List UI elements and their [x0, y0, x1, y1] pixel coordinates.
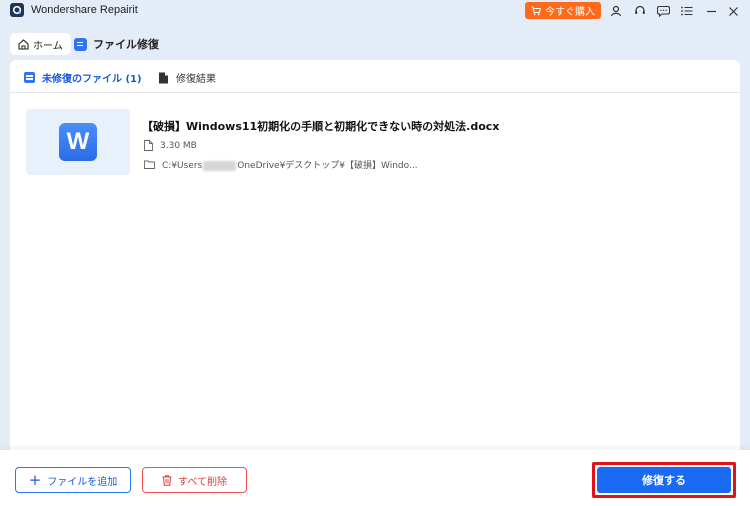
tab-home-label: ホーム: [33, 40, 63, 52]
buy-now-button[interactable]: 今すぐ購入: [525, 2, 601, 19]
tab-file-repair[interactable]: ファイル修復: [74, 33, 159, 55]
file-path-prefix: C:¥Users: [162, 161, 203, 171]
repair-button[interactable]: 修復する: [597, 467, 731, 493]
feedback-chat-icon[interactable]: [655, 3, 671, 19]
result-document-icon: [159, 72, 168, 83]
delete-all-label: すべて削除: [178, 476, 227, 488]
footer-bar: + ファイルを追加 すべて削除 修復する: [0, 450, 750, 506]
file-path: C:¥Users OneDrive¥デスクトップ¥【破損】Windo...: [162, 158, 418, 171]
file-size: 3.30 MB: [160, 140, 197, 151]
redacted-username: [203, 160, 237, 171]
minimize-icon[interactable]: [703, 3, 719, 19]
repair-button-highlight: 修復する: [592, 462, 736, 498]
title-bar: Wondershare Repairit 今すぐ購入: [0, 0, 750, 22]
add-file-button[interactable]: + ファイルを追加: [15, 467, 131, 493]
delete-all-button[interactable]: すべて削除: [142, 467, 247, 493]
file-size-row: 3.30 MB: [144, 140, 197, 151]
home-icon: [18, 38, 29, 50]
folder-icon: [144, 160, 155, 169]
file-path-suffix: OneDrive¥デスクトップ¥【破損】Windo...: [237, 161, 418, 171]
document-icon: [74, 37, 87, 51]
add-file-label: ファイルを追加: [47, 476, 118, 488]
tab-unrepaired-label: 未修復のファイル (1): [42, 74, 142, 85]
app-logo-icon: [10, 3, 24, 17]
file-path-row: C:¥Users OneDrive¥デスクトップ¥【破損】Windo...: [144, 158, 418, 171]
word-document-icon: W: [59, 123, 97, 161]
support-headset-icon[interactable]: [632, 3, 648, 19]
buy-now-label: 今すぐ購入: [545, 7, 595, 18]
tab-home[interactable]: ホーム: [10, 33, 71, 55]
app-title: Wondershare Repairit: [31, 4, 138, 16]
file-thumbnail[interactable]: W: [26, 109, 130, 175]
close-icon[interactable]: [725, 3, 741, 19]
plus-icon: +: [28, 470, 42, 489]
tab-repair-results[interactable]: 修復結果: [158, 70, 216, 85]
repair-button-label: 修復する: [642, 474, 686, 487]
file-name: 【破損】Windows11初期化の手順と初期化できない時の対処法.docx: [142, 120, 500, 133]
file-list-icon: [24, 72, 35, 83]
menu-list-icon[interactable]: [679, 3, 695, 19]
cart-icon: [531, 6, 541, 15]
tab-results-label: 修復結果: [176, 74, 216, 85]
trash-icon: [162, 474, 172, 486]
tab-file-repair-label: ファイル修復: [93, 38, 159, 51]
file-icon: [144, 140, 153, 151]
account-icon[interactable]: [608, 3, 624, 19]
word-icon-letter: W: [66, 128, 90, 155]
content-panel: 未修復のファイル (1) 修復結果 W 【破損】Windows11初期化の手順と…: [10, 60, 740, 450]
main-tabbar: ホーム ファイル修復: [0, 30, 750, 56]
tab-unrepaired-files[interactable]: 未修復のファイル (1): [24, 70, 142, 85]
subtab-bar: 未修復のファイル (1) 修復結果: [10, 60, 740, 93]
